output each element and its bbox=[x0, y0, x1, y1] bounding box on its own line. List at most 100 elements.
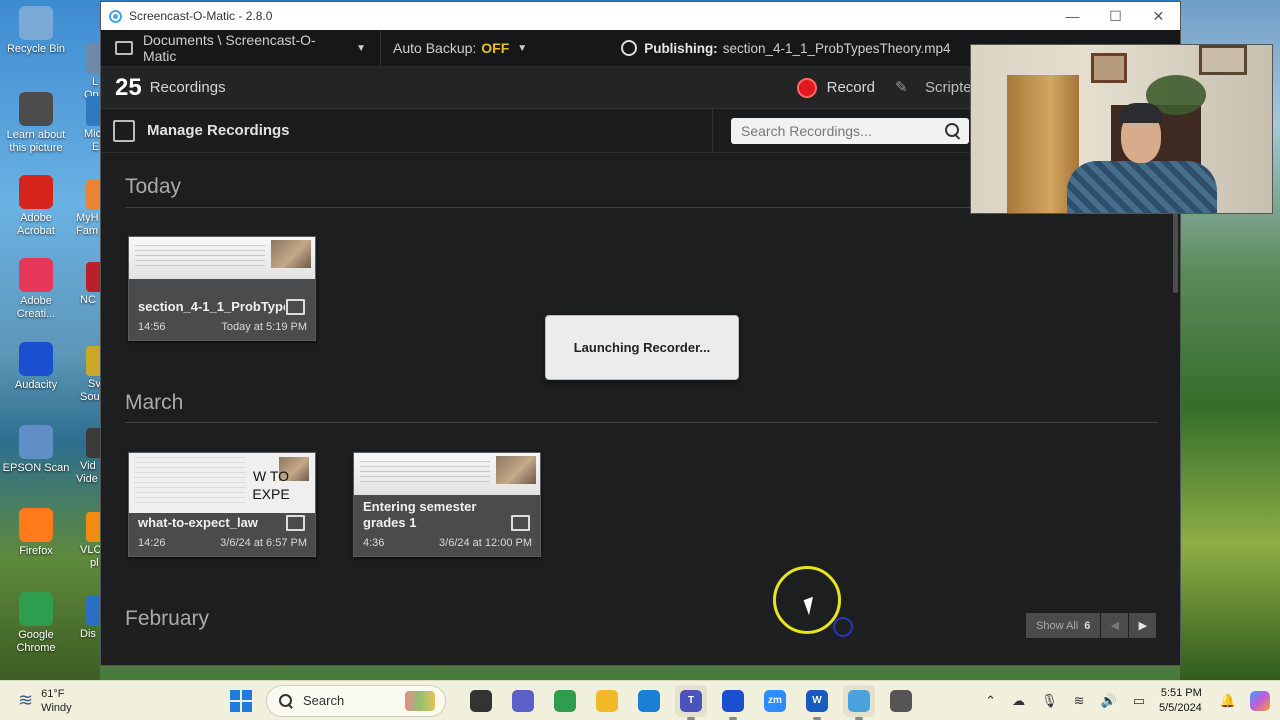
desktop-icon[interactable]: Adobe Acrobat bbox=[0, 175, 72, 238]
desktop-icon-label: Adobe Creati... bbox=[16, 295, 56, 320]
publishing-status[interactable]: Publishing: section_4-1_1_ProbTypesTheor… bbox=[621, 30, 999, 66]
weather-widget[interactable]: ≋ 61°F Windy bbox=[0, 687, 230, 715]
title-bar[interactable]: Screencast-O-Matic - 2.8.0 — ☐ ✕ bbox=[101, 2, 1180, 30]
desktop-icon-label: Audacity bbox=[14, 379, 58, 391]
section-title-today: Today bbox=[125, 175, 182, 198]
scripted-button[interactable]: ✎ Scripted bbox=[895, 79, 980, 96]
clock[interactable]: 5:51 PM 5/5/2024 bbox=[1159, 686, 1202, 716]
search-highlight-icon bbox=[405, 690, 435, 711]
close-button[interactable]: ✕ bbox=[1137, 2, 1180, 30]
system-tray: ⌃ ☁ 🎙 ≋ 🔊 ▭ 5:51 PM 5/5/2024 🔔 bbox=[977, 686, 1280, 716]
chrome-icon bbox=[19, 592, 53, 626]
camera-icon bbox=[19, 92, 53, 126]
desktop-icon-label: EPSON Scan bbox=[2, 462, 70, 474]
recording-duration: 14:56 bbox=[138, 321, 166, 333]
audacity-icon bbox=[19, 342, 53, 376]
recording-duration: 4:36 bbox=[363, 537, 385, 549]
zoom-taskbar-button[interactable]: zm bbox=[759, 685, 791, 717]
record-icon bbox=[796, 77, 817, 98]
task-view-icon bbox=[470, 689, 492, 712]
teams-chat-taskbar-button[interactable] bbox=[507, 685, 539, 717]
audacity-taskbar-button[interactable] bbox=[717, 685, 749, 720]
desktop-icon[interactable]: Adobe Creati... bbox=[0, 258, 72, 321]
recycle-bin-icon bbox=[19, 6, 53, 40]
record-button[interactable]: Record bbox=[796, 77, 875, 98]
thumbnail-text: W TO EXPE bbox=[252, 468, 290, 502]
recording-date: Today at 5:19 PM bbox=[221, 321, 307, 333]
desktop-icon-label: Adobe Acrobat bbox=[17, 212, 55, 237]
search-input[interactable] bbox=[741, 122, 945, 139]
desktop-icon-label: Google Chrome bbox=[16, 629, 56, 654]
show-all-count: 6 bbox=[1084, 619, 1091, 632]
auto-backup-toggle[interactable]: Auto Backup: OFF ▼ bbox=[381, 30, 539, 66]
window-controls: — ☐ ✕ bbox=[1051, 2, 1180, 30]
running-indicator bbox=[855, 716, 863, 720]
auto-backup-status: OFF bbox=[481, 40, 510, 56]
desktop-icon[interactable]: Recycle Bin bbox=[0, 6, 72, 56]
onedrive-icon[interactable]: ☁ bbox=[1012, 693, 1025, 709]
battery-icon[interactable]: ▭ bbox=[1133, 693, 1145, 709]
recording-card[interactable]: W TO EXPE what-to-expect_law 14:26 3/6/2… bbox=[128, 452, 316, 557]
teams-chat-icon bbox=[512, 689, 534, 712]
desktop-icon[interactable]: Audacity bbox=[0, 342, 72, 392]
folder-path: Documents \ Screencast-O-Matic bbox=[142, 32, 316, 64]
clock-time: 5:51 PM bbox=[1160, 686, 1202, 699]
scrollbar[interactable] bbox=[1173, 213, 1178, 293]
manage-checkbox[interactable] bbox=[113, 119, 135, 142]
launching-recorder-dialog: Launching Recorder... bbox=[545, 315, 739, 380]
calculator-taskbar-button[interactable] bbox=[885, 685, 917, 717]
chevron-up-icon[interactable]: ⌃ bbox=[985, 693, 996, 709]
notification-bell-icon[interactable]: 🔔 bbox=[1220, 693, 1236, 709]
clock-date: 5/5/2024 bbox=[1158, 701, 1202, 714]
windows-start-icon[interactable] bbox=[230, 689, 252, 712]
section-divider bbox=[125, 422, 1158, 423]
folder-icon[interactable] bbox=[286, 299, 305, 315]
window-title: Screencast-O-Matic - 2.8.0 bbox=[129, 9, 273, 23]
edge-taskbar-button[interactable] bbox=[633, 685, 665, 717]
manage-recordings: Manage Recordings bbox=[101, 109, 713, 152]
task-view-taskbar-button[interactable] bbox=[465, 685, 497, 717]
maximize-button[interactable]: ☐ bbox=[1094, 2, 1137, 30]
desktop-icon[interactable]: EPSON Scan bbox=[0, 425, 72, 475]
chevron-down-icon: ▼ bbox=[356, 42, 366, 54]
record-label: Record bbox=[826, 79, 875, 96]
taskbar-search[interactable]: Search bbox=[266, 684, 446, 717]
search-icon[interactable] bbox=[945, 122, 961, 139]
screencast-taskbar-button[interactable] bbox=[843, 684, 875, 720]
weather-temperature: 61°F bbox=[41, 687, 65, 700]
previous-page-button[interactable]: ◀ bbox=[1101, 613, 1129, 638]
desktop-icon[interactable]: Firefox bbox=[0, 508, 72, 558]
teams-taskbar-button[interactable]: T bbox=[675, 684, 707, 720]
microphone-icon[interactable]: 🎙 bbox=[1041, 693, 1058, 709]
folder-icon[interactable] bbox=[286, 515, 305, 531]
recording-count: 25 bbox=[115, 73, 142, 101]
webcam-overlay bbox=[970, 44, 1273, 214]
recording-count-label: Recordings bbox=[149, 79, 226, 96]
teams-icon: T bbox=[680, 689, 702, 712]
recording-thumbnail bbox=[129, 237, 315, 279]
desktop-icon[interactable]: Learn about this picture bbox=[0, 92, 72, 155]
taskbar-search-placeholder: Search bbox=[303, 693, 345, 708]
wind-icon: ≋ bbox=[18, 690, 34, 710]
file-explorer-taskbar-button[interactable] bbox=[591, 685, 623, 717]
word-icon: W bbox=[806, 689, 828, 712]
minimize-button[interactable]: — bbox=[1051, 2, 1094, 30]
auto-backup-label: Auto Backup: bbox=[393, 40, 477, 56]
section-pager: Show All 6 ◀ ▶ bbox=[1026, 613, 1157, 638]
wifi-icon[interactable]: ≋ bbox=[1074, 693, 1085, 709]
folder-icon[interactable] bbox=[511, 515, 530, 531]
running-indicator bbox=[687, 716, 695, 720]
chrome-taskbar-button[interactable] bbox=[549, 685, 581, 717]
show-all-button[interactable]: Show All 6 bbox=[1026, 613, 1101, 638]
copilot-icon[interactable] bbox=[1250, 690, 1270, 711]
folder-selector[interactable]: Documents \ Screencast-O-Matic ▼ bbox=[101, 30, 381, 66]
audacity-icon bbox=[722, 689, 744, 712]
recording-card[interactable]: section_4-1_1_ProbTypesTh 14:56 Today at… bbox=[128, 236, 316, 341]
word-taskbar-button[interactable]: W bbox=[801, 685, 833, 720]
recording-thumbnail bbox=[354, 453, 540, 495]
desktop-icon[interactable]: Google Chrome bbox=[0, 592, 72, 655]
volume-icon[interactable]: 🔊 bbox=[1101, 693, 1117, 709]
recording-card[interactable]: Entering semester grades 1 4:36 3/6/24 a… bbox=[353, 452, 541, 557]
publishing-file: section_4-1_1_ProbTypesTheory.mp4 bbox=[722, 40, 951, 56]
next-page-button[interactable]: ▶ bbox=[1129, 613, 1157, 638]
